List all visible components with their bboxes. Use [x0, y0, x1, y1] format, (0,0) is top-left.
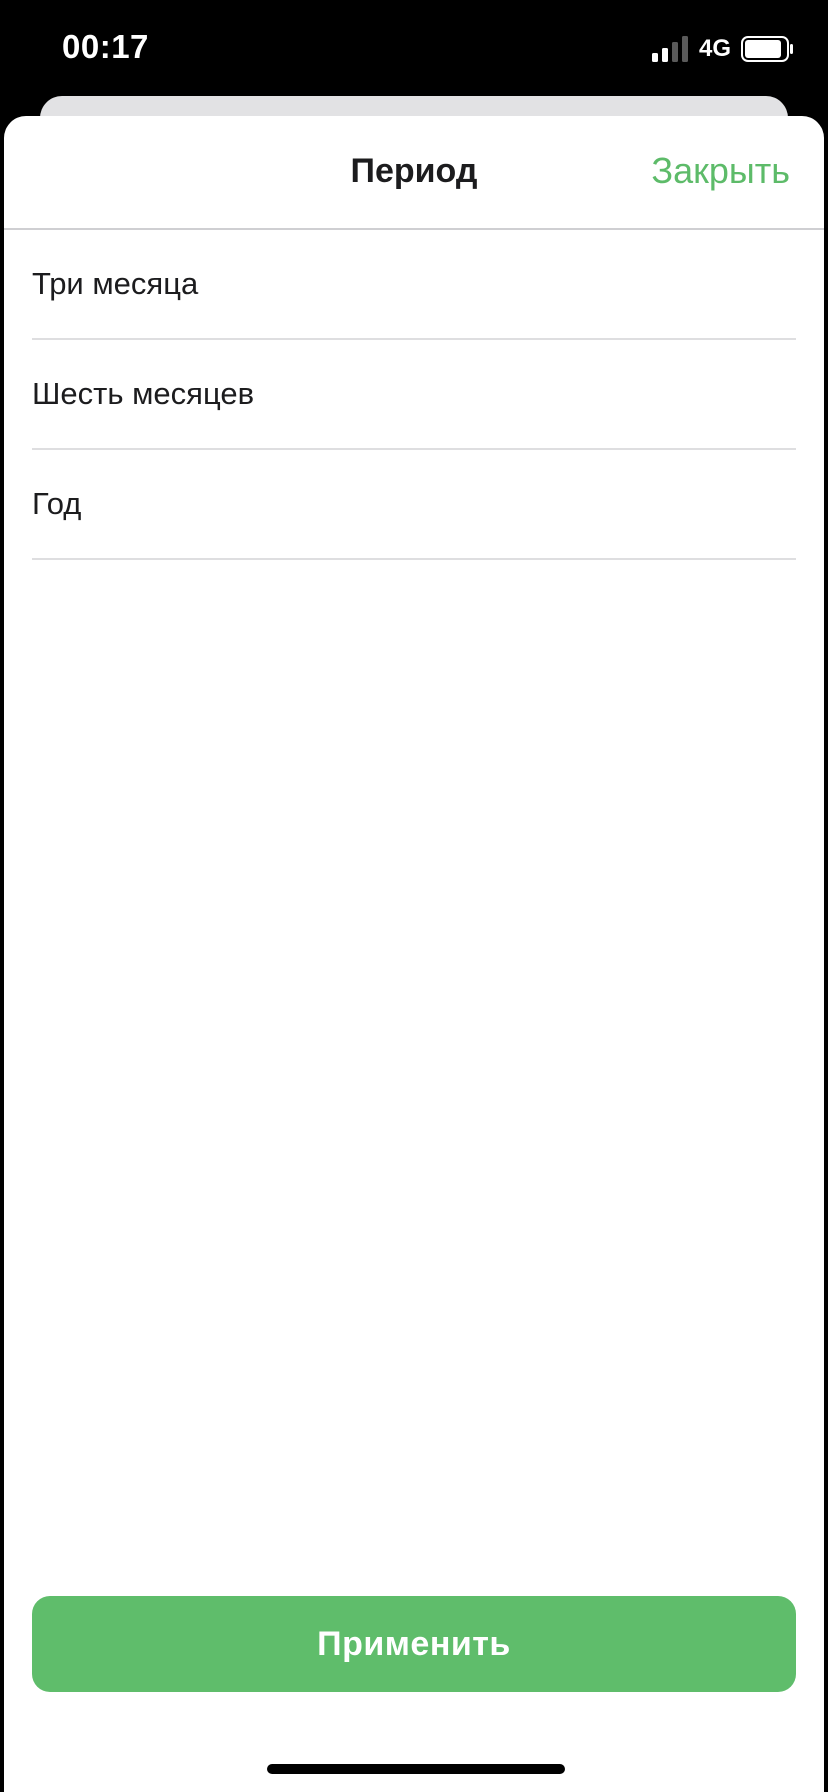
network-type-label: 4G	[699, 35, 732, 62]
home-indicator	[267, 1764, 565, 1774]
option-label: Три месяца	[32, 266, 199, 301]
option-label: Шесть месяцев	[32, 376, 255, 411]
period-option-three-months[interactable]: Три месяца	[32, 230, 796, 340]
sheet-header: Период Закрыть	[4, 116, 824, 230]
battery-icon	[741, 36, 793, 62]
status-time: 00:17	[62, 28, 149, 65]
period-option-year[interactable]: Год	[32, 450, 796, 560]
status-bar: 00:17 4G	[0, 0, 828, 96]
option-label: Год	[32, 486, 82, 521]
apply-button[interactable]: Применить	[32, 1596, 796, 1692]
close-button[interactable]: Закрыть	[651, 150, 790, 192]
period-option-six-months[interactable]: Шесть месяцев	[32, 340, 796, 450]
signal-bars-icon	[652, 36, 688, 62]
period-options-list: Три месяца Шесть месяцев Год	[32, 230, 796, 560]
period-sheet: Период Закрыть Три месяца Шесть месяцев …	[4, 116, 824, 1792]
